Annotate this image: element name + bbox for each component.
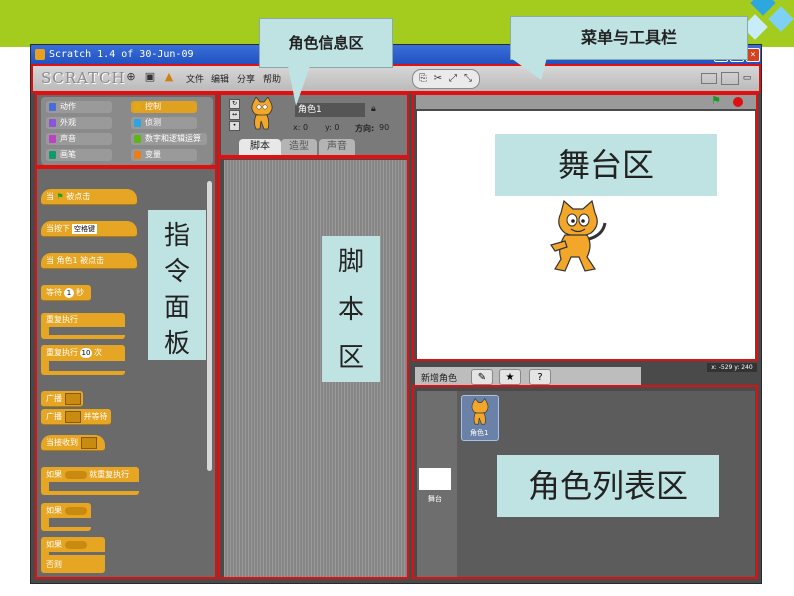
new-sprite-bar: 新增角色 ✎ ★ ?	[415, 367, 641, 387]
mouse-coordinates: x: -529 y: 240	[707, 363, 757, 372]
random-sprite-icon[interactable]: ?	[529, 369, 551, 385]
category-highlight	[35, 93, 217, 167]
sprite-info-callout-tail	[288, 66, 310, 106]
sprite-info-highlight	[218, 93, 409, 157]
menu-toolbar-highlight	[31, 64, 761, 93]
new-sprite-label: 新增角色	[421, 374, 458, 384]
menu-toolbar-callout: 菜单与工具栏	[510, 16, 748, 60]
stage-area-label: 舞台区	[495, 134, 717, 196]
script-area-label: 脚 本 区	[322, 236, 380, 382]
window-title: Scratch 1.4 of 30-Jun-09	[49, 49, 194, 60]
sprite-info-callout: 角色信息区	[259, 18, 393, 68]
script-area-highlight	[218, 157, 409, 579]
command-palette-label: 指 令 面 板	[148, 210, 206, 360]
sprite-list-area-label: 角色列表区	[497, 455, 719, 517]
choose-sprite-file-icon[interactable]: ★	[499, 369, 521, 385]
paint-new-sprite-icon[interactable]: ✎	[471, 369, 493, 385]
close-button[interactable]: ×	[746, 48, 760, 62]
app-icon	[35, 49, 45, 60]
